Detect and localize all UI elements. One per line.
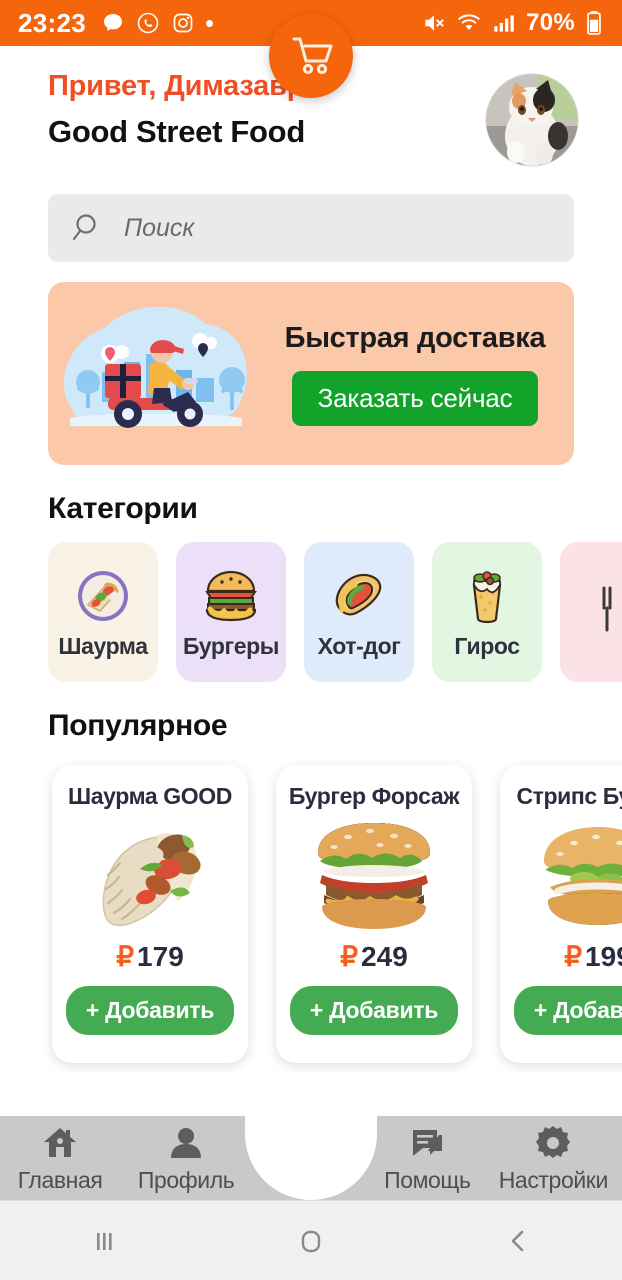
product-title: Шаурма GOOD xyxy=(68,783,232,809)
app-content: Привет, Димазавр Good Street Food Поиск … xyxy=(0,46,622,1280)
battery-icon xyxy=(584,10,604,36)
search-input[interactable]: Поиск xyxy=(48,194,574,262)
category-burgers[interactable]: Бургеры xyxy=(176,542,286,682)
back-chevron-icon[interactable] xyxy=(488,1219,548,1263)
greeting-text: Привет, Димазавр xyxy=(48,70,305,102)
price-value: 179 xyxy=(137,941,184,972)
gyros-icon xyxy=(456,565,518,627)
instagram-icon xyxy=(171,11,195,35)
category-label: Гирос xyxy=(454,632,520,659)
product-card[interactable]: Стрипс Бургер ₽199 + xyxy=(500,765,622,1063)
price-value: 199 xyxy=(585,941,622,972)
product-price: ₽199 xyxy=(564,940,622,973)
avatar[interactable] xyxy=(486,74,578,166)
home-circle-icon[interactable] xyxy=(281,1219,341,1263)
currency-symbol: ₽ xyxy=(564,941,583,972)
status-bar-left: 23:23 xyxy=(18,8,213,39)
signal-icon xyxy=(491,10,517,36)
product-price: ₽179 xyxy=(116,940,184,973)
hotdog-icon xyxy=(328,565,390,627)
nav-item-settings[interactable]: Настройки xyxy=(499,1123,608,1194)
popular-list[interactable]: Шаурма GOOD ₽ 179 + Добавить Бургер Форс… xyxy=(0,759,622,1073)
food-icon xyxy=(584,578,622,640)
home-icon xyxy=(40,1123,80,1163)
popular-heading: Популярное xyxy=(48,709,228,742)
nav-item-profile[interactable]: Профиль xyxy=(138,1123,235,1194)
nav-label: Профиль xyxy=(137,1166,235,1193)
recents-icon[interactable] xyxy=(74,1219,134,1263)
cart-fab-button[interactable] xyxy=(269,14,353,98)
add-to-cart-button[interactable]: + Добавить xyxy=(65,986,235,1035)
nav-label: Помощь xyxy=(384,1166,471,1193)
bottom-nav-right: Помощь Настройки xyxy=(370,1123,622,1194)
category-hotdog[interactable]: Хот-дог xyxy=(304,542,414,682)
banner-content: Быстрая доставка Заказать сейчас xyxy=(264,322,574,426)
product-card[interactable]: Шаурма GOOD ₽ 179 + Добавить xyxy=(52,765,248,1063)
product-price: ₽249 xyxy=(340,940,408,973)
category-more[interactable] xyxy=(560,542,622,682)
battery-percent-label: 70% xyxy=(526,9,575,36)
category-label: Шаурма xyxy=(58,632,148,659)
nav-item-home[interactable]: Главная xyxy=(18,1123,103,1194)
add-to-cart-button[interactable]: + Добавить xyxy=(289,986,459,1035)
shawarma-photo xyxy=(76,816,224,934)
app-screen: 23:23 70% Привет, Димазавр Good Street F… xyxy=(0,0,622,1280)
gear-icon xyxy=(533,1123,573,1163)
category-gyros[interactable]: Гирос xyxy=(432,542,542,682)
categories-list[interactable]: Шаурма Бургеры Хот-дог Гирос xyxy=(0,542,622,682)
delivery-scooter-illustration xyxy=(50,286,264,461)
category-shawarma[interactable]: Шаурма xyxy=(48,542,158,682)
burger-icon xyxy=(200,565,262,627)
search-icon xyxy=(70,210,106,246)
shopping-cart-icon xyxy=(287,31,335,82)
price-value: 249 xyxy=(361,941,408,972)
product-card[interactable]: Бургер Форсаж ₽ 249 + Добавить xyxy=(276,765,472,1063)
message-icon xyxy=(101,11,125,35)
search-placeholder: Поиск xyxy=(124,213,195,242)
shawarma-icon xyxy=(72,565,134,627)
currency-symbol: ₽ xyxy=(116,941,135,972)
banner-title: Быстрая доставка xyxy=(284,321,546,354)
android-navigation-bar xyxy=(0,1200,622,1280)
person-icon xyxy=(166,1123,206,1163)
status-bar-clock: 23:23 xyxy=(18,7,86,38)
order-now-button[interactable]: Заказать сейчас xyxy=(291,370,539,426)
status-bar-right: 70% xyxy=(421,9,604,37)
category-label: Бургеры xyxy=(182,632,280,659)
add-to-cart-button[interactable]: + Добавить xyxy=(513,986,622,1035)
categories-heading: Категории xyxy=(48,492,198,525)
page-title: Good Street Food xyxy=(48,114,305,149)
promo-banner[interactable]: Быстрая доставка Заказать сейчас xyxy=(48,282,574,465)
category-label: Хот-дог xyxy=(317,632,401,659)
bottom-nav-left: Главная Профиль xyxy=(0,1123,252,1194)
chat-icon xyxy=(407,1123,447,1163)
wifi-icon xyxy=(456,10,482,36)
burger-photo xyxy=(300,816,448,934)
product-title: Бургер Форсаж xyxy=(288,783,460,809)
whatsapp-icon xyxy=(136,11,160,35)
nav-item-help[interactable]: Помощь xyxy=(384,1123,471,1194)
nav-label: Главная xyxy=(17,1166,103,1193)
header-text: Привет, Димазавр Good Street Food xyxy=(48,70,305,150)
nav-label: Настройки xyxy=(498,1166,609,1193)
dot-indicator xyxy=(206,19,213,27)
product-title: Стрипс Бургер xyxy=(516,783,622,809)
strips-burger-photo xyxy=(524,816,622,934)
currency-symbol: ₽ xyxy=(340,941,359,972)
mute-icon xyxy=(421,10,447,36)
